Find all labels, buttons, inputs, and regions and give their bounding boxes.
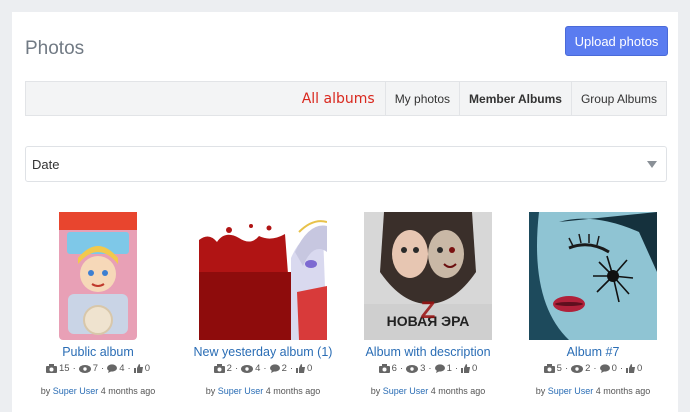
album-stats: 5 · 2 · 0 · 0 — [511, 363, 675, 374]
photos-panel: Photos Upload photos All albums My photo… — [12, 12, 678, 412]
comment-count: 0 — [611, 363, 617, 374]
eye-icon — [241, 364, 254, 373]
photo-count: 15 — [59, 363, 70, 374]
album-title[interactable]: Album #7 — [511, 345, 675, 359]
album-byline: by Super User 4 months ago — [511, 386, 675, 396]
comment-count: 1 — [446, 363, 452, 374]
eye-icon — [571, 364, 584, 373]
comment-count: 4 — [119, 363, 125, 374]
camera-icon — [378, 364, 390, 373]
comment-icon — [269, 364, 280, 373]
thumbs-up-icon — [626, 364, 636, 373]
sort-select[interactable]: Date — [25, 146, 667, 182]
camera-icon — [213, 364, 225, 373]
zombie-poster-image: НОВАЯ ЭРА Z — [364, 212, 492, 340]
album-card: НОВАЯ ЭРА Z Album with description 6 · 3 ·… — [346, 212, 510, 396]
comment-count: 2 — [281, 363, 287, 374]
album-title[interactable]: Public album — [16, 345, 180, 359]
view-count: 2 — [585, 363, 591, 374]
tab-member-albums[interactable]: Member Albums — [459, 82, 571, 115]
upload-photos-button[interactable]: Upload photos — [565, 26, 668, 56]
like-count: 0 — [144, 363, 150, 374]
album-stats: 2 · 4 · 2 · 0 — [181, 363, 345, 374]
album-age: 4 months ago — [100, 386, 156, 396]
album-title[interactable]: New yesterday album (1) — [181, 345, 345, 359]
author-link[interactable]: Super User — [548, 386, 594, 396]
album-byline: by Super User 4 months ago — [346, 386, 510, 396]
album-age: 4 months ago — [595, 386, 651, 396]
album-thumbnail[interactable] — [199, 212, 327, 340]
album-card: New yesterday album (1) 2 · 4 · 2 · 0 by Su… — [181, 212, 345, 396]
tab-group-albums[interactable]: Group Albums — [570, 82, 666, 115]
album-age: 4 months ago — [430, 386, 486, 396]
author-link[interactable]: Super User — [53, 386, 99, 396]
comment-icon — [107, 364, 118, 373]
thumbs-up-icon — [461, 364, 471, 373]
like-count: 0 — [637, 363, 643, 374]
album-card: Album #7 5 · 2 · 0 · 0 by Super User 4 mont… — [511, 212, 675, 396]
photo-count: 5 — [556, 363, 562, 374]
album-age: 4 months ago — [265, 386, 321, 396]
like-count: 0 — [472, 363, 478, 374]
album-thumbnail[interactable] — [529, 212, 657, 340]
album-tabs: All albums My photos Member Albums Group… — [25, 81, 667, 116]
album-thumbnail[interactable]: НОВАЯ ЭРА Z — [364, 212, 492, 340]
like-count: 0 — [307, 363, 313, 374]
author-link[interactable]: Super User — [218, 386, 264, 396]
svg-text:Z: Z — [421, 297, 436, 324]
thumbs-up-icon — [296, 364, 306, 373]
tab-my-photos[interactable]: My photos — [384, 82, 459, 115]
sort-select-value: Date — [32, 156, 60, 172]
tab-all-albums[interactable]: All albums — [292, 82, 385, 115]
photo-count: 2 — [226, 363, 232, 374]
camera-icon — [46, 364, 57, 373]
page-title: Photos — [25, 38, 85, 59]
byline-prefix: by — [535, 386, 546, 396]
album-thumbnail[interactable] — [34, 212, 162, 340]
spider-face-image — [529, 212, 657, 340]
eye-icon — [406, 364, 419, 373]
comment-icon — [599, 364, 610, 373]
author-link[interactable]: Super User — [383, 386, 429, 396]
view-count: 4 — [255, 363, 261, 374]
comment-icon — [434, 364, 445, 373]
album-byline: by Super User 4 months ago — [181, 386, 345, 396]
view-count: 3 — [420, 363, 426, 374]
byline-prefix: by — [40, 386, 51, 396]
byline-prefix: by — [370, 386, 381, 396]
album-byline: by Super User 4 months ago — [16, 386, 180, 396]
thumbs-up-icon — [133, 364, 143, 373]
anime-blood-image — [199, 212, 327, 340]
eye-icon — [78, 364, 91, 373]
album-card: Public album 15 · 7 · 4 · 0 by Super User 4… — [16, 212, 180, 396]
view-count: 7 — [92, 363, 99, 374]
album-stats: 6 · 3 · 1 · 0 — [346, 363, 510, 374]
album-title[interactable]: Album with description — [346, 345, 510, 359]
caret-down-icon — [647, 160, 657, 168]
byline-prefix: by — [205, 386, 216, 396]
camera-icon — [543, 364, 555, 373]
album-stats: 15 · 7 · 4 · 0 — [16, 363, 180, 374]
photo-count: 6 — [391, 363, 397, 374]
soap-package-image — [34, 212, 162, 340]
